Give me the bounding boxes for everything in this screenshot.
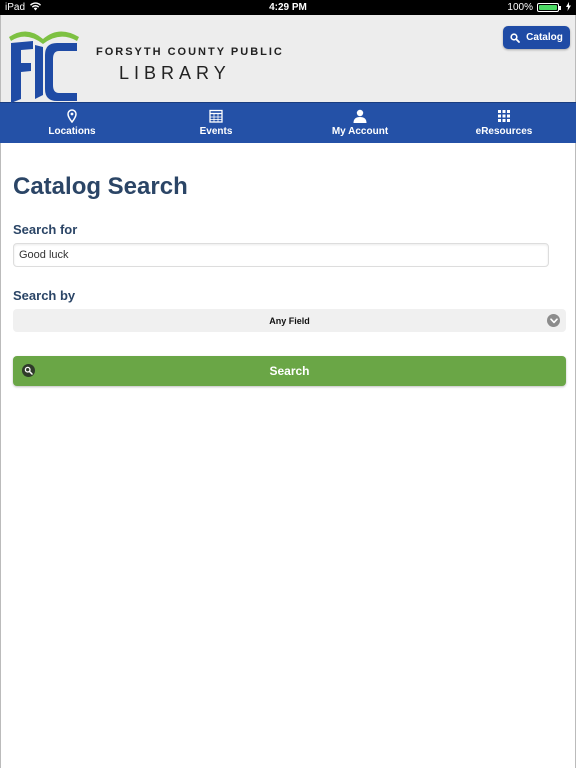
- main-content: Catalog Search Search for Good luck Sear…: [0, 143, 576, 768]
- battery-fill: [539, 5, 557, 10]
- status-time: 4:29 PM: [269, 2, 307, 13]
- catalog-button-label: Catalog: [526, 32, 563, 43]
- nav-item-label: Locations: [48, 126, 96, 137]
- search-by-label: Search by: [13, 288, 76, 303]
- battery-icon: [537, 3, 561, 12]
- nav-item-label: eResources: [475, 126, 533, 137]
- chevron-down-icon: [547, 314, 560, 327]
- search-button[interactable]: Search: [13, 356, 566, 386]
- status-bar: iPad 4:29 PM 100%: [0, 0, 576, 15]
- search-icon: [22, 364, 35, 377]
- calendar-icon: [209, 109, 223, 123]
- grid-icon: [498, 109, 510, 123]
- logo-title-line1: FORSYTH COUNTY PUBLIC: [96, 46, 284, 58]
- nav-item-label: My Account: [331, 126, 389, 137]
- search-icon: [510, 32, 521, 43]
- user-icon: [353, 109, 367, 123]
- library-logo-icon[interactable]: [5, 25, 83, 107]
- search-input[interactable]: Good luck: [13, 243, 549, 267]
- nav-item-eresources[interactable]: eResources: [432, 103, 576, 143]
- nav-item-events[interactable]: Events: [144, 103, 288, 143]
- search-by-selected-value: Any Field: [269, 315, 310, 326]
- nav-item-label: Events: [199, 126, 233, 137]
- catalog-button[interactable]: Catalog: [503, 26, 570, 49]
- search-for-label: Search for: [13, 222, 78, 237]
- nav-item-locations[interactable]: Locations: [0, 103, 144, 143]
- search-button-label: Search: [269, 364, 310, 378]
- nav-bar: Locations Events My Account eResources: [0, 102, 576, 143]
- nav-item-my-account[interactable]: My Account: [288, 103, 432, 143]
- search-by-select[interactable]: Any Field: [13, 309, 566, 332]
- header: FORSYTH COUNTY PUBLIC LIBRARY Catalog: [0, 15, 576, 103]
- page-title: Catalog Search: [13, 173, 188, 200]
- map-pin-icon: [67, 109, 77, 123]
- logo-title-line2: LIBRARY: [119, 63, 231, 83]
